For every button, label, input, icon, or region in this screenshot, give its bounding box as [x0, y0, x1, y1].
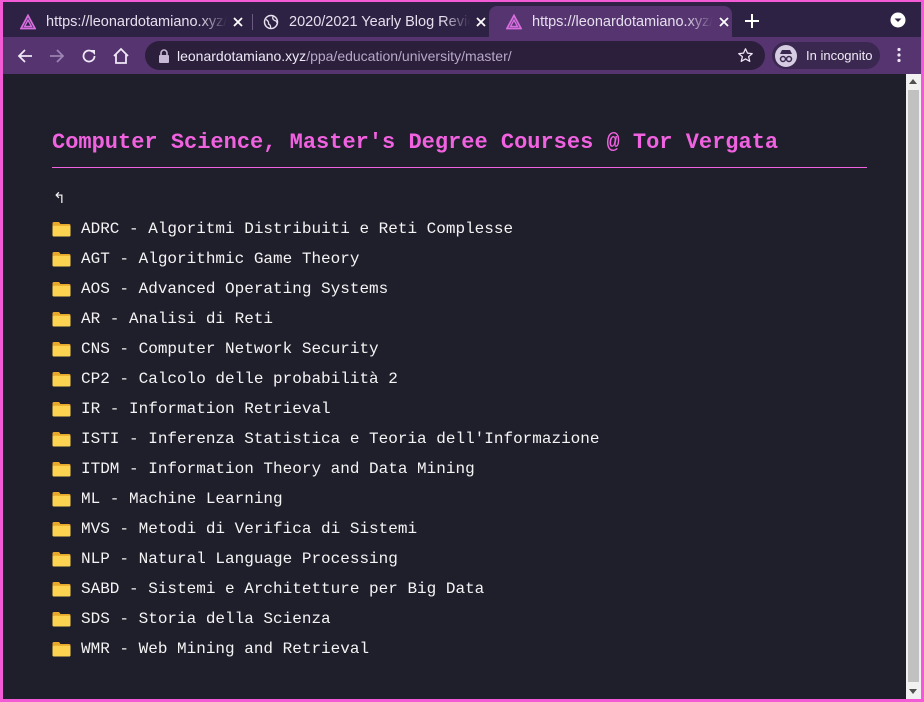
course-list-item: CP2 - Calcolo delle probabilità 2 — [52, 364, 599, 394]
course-link[interactable]: SABD - Sistemi e Architetture per Big Da… — [81, 580, 484, 598]
course-list-item: AR - Analisi di Reti — [52, 304, 599, 334]
course-list-item: CNS - Computer Network Security — [52, 334, 599, 364]
reload-button[interactable] — [78, 45, 100, 67]
folder-icon — [52, 582, 71, 597]
incognito-label: In incognito — [806, 48, 873, 63]
folder-icon — [52, 462, 71, 477]
url-text: leonardotamiano.xyz/ppa/education/univer… — [177, 48, 512, 64]
course-link[interactable]: AOS - Advanced Operating Systems — [81, 280, 388, 298]
close-tab-icon[interactable] — [230, 14, 246, 30]
lock-icon[interactable] — [158, 49, 170, 63]
plus-icon — [745, 14, 759, 28]
course-list-item: WMR - Web Mining and Retrieval — [52, 634, 599, 664]
scrollbar-thumb[interactable] — [908, 90, 919, 682]
incognito-indicator[interactable]: In incognito — [772, 42, 880, 69]
course-link[interactable]: WMR - Web Mining and Retrieval — [81, 640, 369, 658]
folder-icon — [52, 612, 71, 627]
home-icon — [113, 47, 129, 64]
scroll-up-arrow-icon[interactable] — [909, 79, 917, 84]
course-link[interactable]: ISTI - Inferenza Statistica e Teoria del… — [81, 430, 599, 448]
course-list-item: ISTI - Inferenza Statistica e Teoria del… — [52, 424, 599, 454]
course-list-item: ML - Machine Learning — [52, 484, 599, 514]
course-link[interactable]: AGT - Algorithmic Game Theory — [81, 250, 359, 268]
address-bar[interactable]: leonardotamiano.xyz/ppa/education/univer… — [145, 41, 765, 70]
course-link[interactable]: ITDM - Information Theory and Data Minin… — [81, 460, 475, 478]
folder-icon — [52, 492, 71, 507]
course-link[interactable]: CP2 - Calcolo delle probabilità 2 — [81, 370, 398, 388]
arrow-right-icon — [50, 49, 65, 63]
course-list-item: ADRC - Algoritmi Distribuiti e Reti Comp… — [52, 214, 599, 244]
course-link[interactable]: MVS - Metodi di Verifica di Sistemi — [81, 520, 417, 538]
reload-icon — [82, 49, 96, 63]
back-button[interactable] — [14, 45, 36, 67]
course-link[interactable]: NLP - Natural Language Processing — [81, 550, 398, 568]
incognito-icon — [775, 44, 797, 67]
folder-icon — [52, 522, 71, 537]
tab-search-button[interactable] — [890, 12, 906, 28]
vertical-scrollbar[interactable] — [906, 74, 921, 699]
folder-icon — [52, 402, 71, 417]
tab-strip: https://leonardotamiano.xyz/ppa/educatio… — [3, 2, 921, 37]
url-host: leonardotamiano.xyz — [177, 48, 307, 64]
close-tab-icon[interactable] — [716, 14, 732, 30]
page-content: Computer Science, Master's Degree Course… — [3, 74, 906, 699]
new-tab-button[interactable] — [741, 10, 763, 32]
title-divider — [52, 167, 867, 168]
course-list-item: SDS - Storia della Scienza — [52, 604, 599, 634]
course-link[interactable]: IR - Information Retrieval — [81, 400, 331, 418]
bookmark-star-icon[interactable] — [737, 47, 754, 64]
course-link[interactable]: AR - Analisi di Reti — [81, 310, 273, 328]
folder-icon — [52, 642, 71, 657]
tab-title: https://leonardotamiano.xyz/ppa/educatio… — [532, 13, 713, 30]
course-list-item: MVS - Metodi di Verifica di Sistemi — [52, 514, 599, 544]
page-title: Computer Science, Master's Degree Course… — [52, 130, 779, 155]
home-button[interactable] — [110, 45, 132, 67]
course-list-item: IR - Information Retrieval — [52, 394, 599, 424]
triangle-logo-icon — [20, 13, 36, 29]
folder-icon — [52, 372, 71, 387]
tab-1[interactable]: https://leonardotamiano.xyz/ppa/educatio… — [3, 6, 246, 37]
forward-button[interactable] — [46, 45, 68, 67]
close-tab-icon[interactable] — [473, 14, 489, 30]
folder-icon — [52, 342, 71, 357]
folder-icon — [52, 312, 71, 327]
course-list: ADRC - Algoritmi Distribuiti e Reti Comp… — [52, 214, 599, 664]
folder-icon — [52, 552, 71, 567]
parent-directory-link[interactable]: ↰ — [53, 189, 66, 207]
tab-3-active[interactable]: https://leonardotamiano.xyz/ppa/educatio… — [489, 6, 732, 37]
browser-window: https://leonardotamiano.xyz/ppa/educatio… — [3, 2, 921, 699]
course-link[interactable]: ADRC - Algoritmi Distribuiti e Reti Comp… — [81, 220, 513, 238]
folder-icon — [52, 432, 71, 447]
tab-title: 2020/2021 Yearly Blog Review — [289, 13, 470, 30]
menu-kebab-icon[interactable] — [891, 47, 907, 63]
course-list-item: SABD - Sistemi e Architetture per Big Da… — [52, 574, 599, 604]
course-list-item: NLP - Natural Language Processing — [52, 544, 599, 574]
url-path: /ppa/education/university/master/ — [306, 48, 512, 64]
triangle-logo-icon — [506, 13, 522, 29]
browser-toolbar: leonardotamiano.xyz/ppa/education/univer… — [3, 37, 921, 74]
course-link[interactable]: CNS - Computer Network Security — [81, 340, 379, 358]
course-list-item: ITDM - Information Theory and Data Minin… — [52, 454, 599, 484]
arrow-left-icon — [17, 49, 32, 63]
folder-icon — [52, 252, 71, 267]
tab-title: https://leonardotamiano.xyz/ppa/educatio… — [46, 13, 227, 30]
globe-icon — [263, 14, 279, 29]
tab-2[interactable]: 2020/2021 Yearly Blog Review — [246, 6, 489, 37]
course-link[interactable]: SDS - Storia della Scienza — [81, 610, 331, 628]
course-list-item: AGT - Algorithmic Game Theory — [52, 244, 599, 274]
folder-icon — [52, 282, 71, 297]
folder-icon — [52, 222, 71, 237]
course-list-item: AOS - Advanced Operating Systems — [52, 274, 599, 304]
course-link[interactable]: ML - Machine Learning — [81, 490, 283, 508]
scroll-down-arrow-icon[interactable] — [909, 689, 917, 694]
